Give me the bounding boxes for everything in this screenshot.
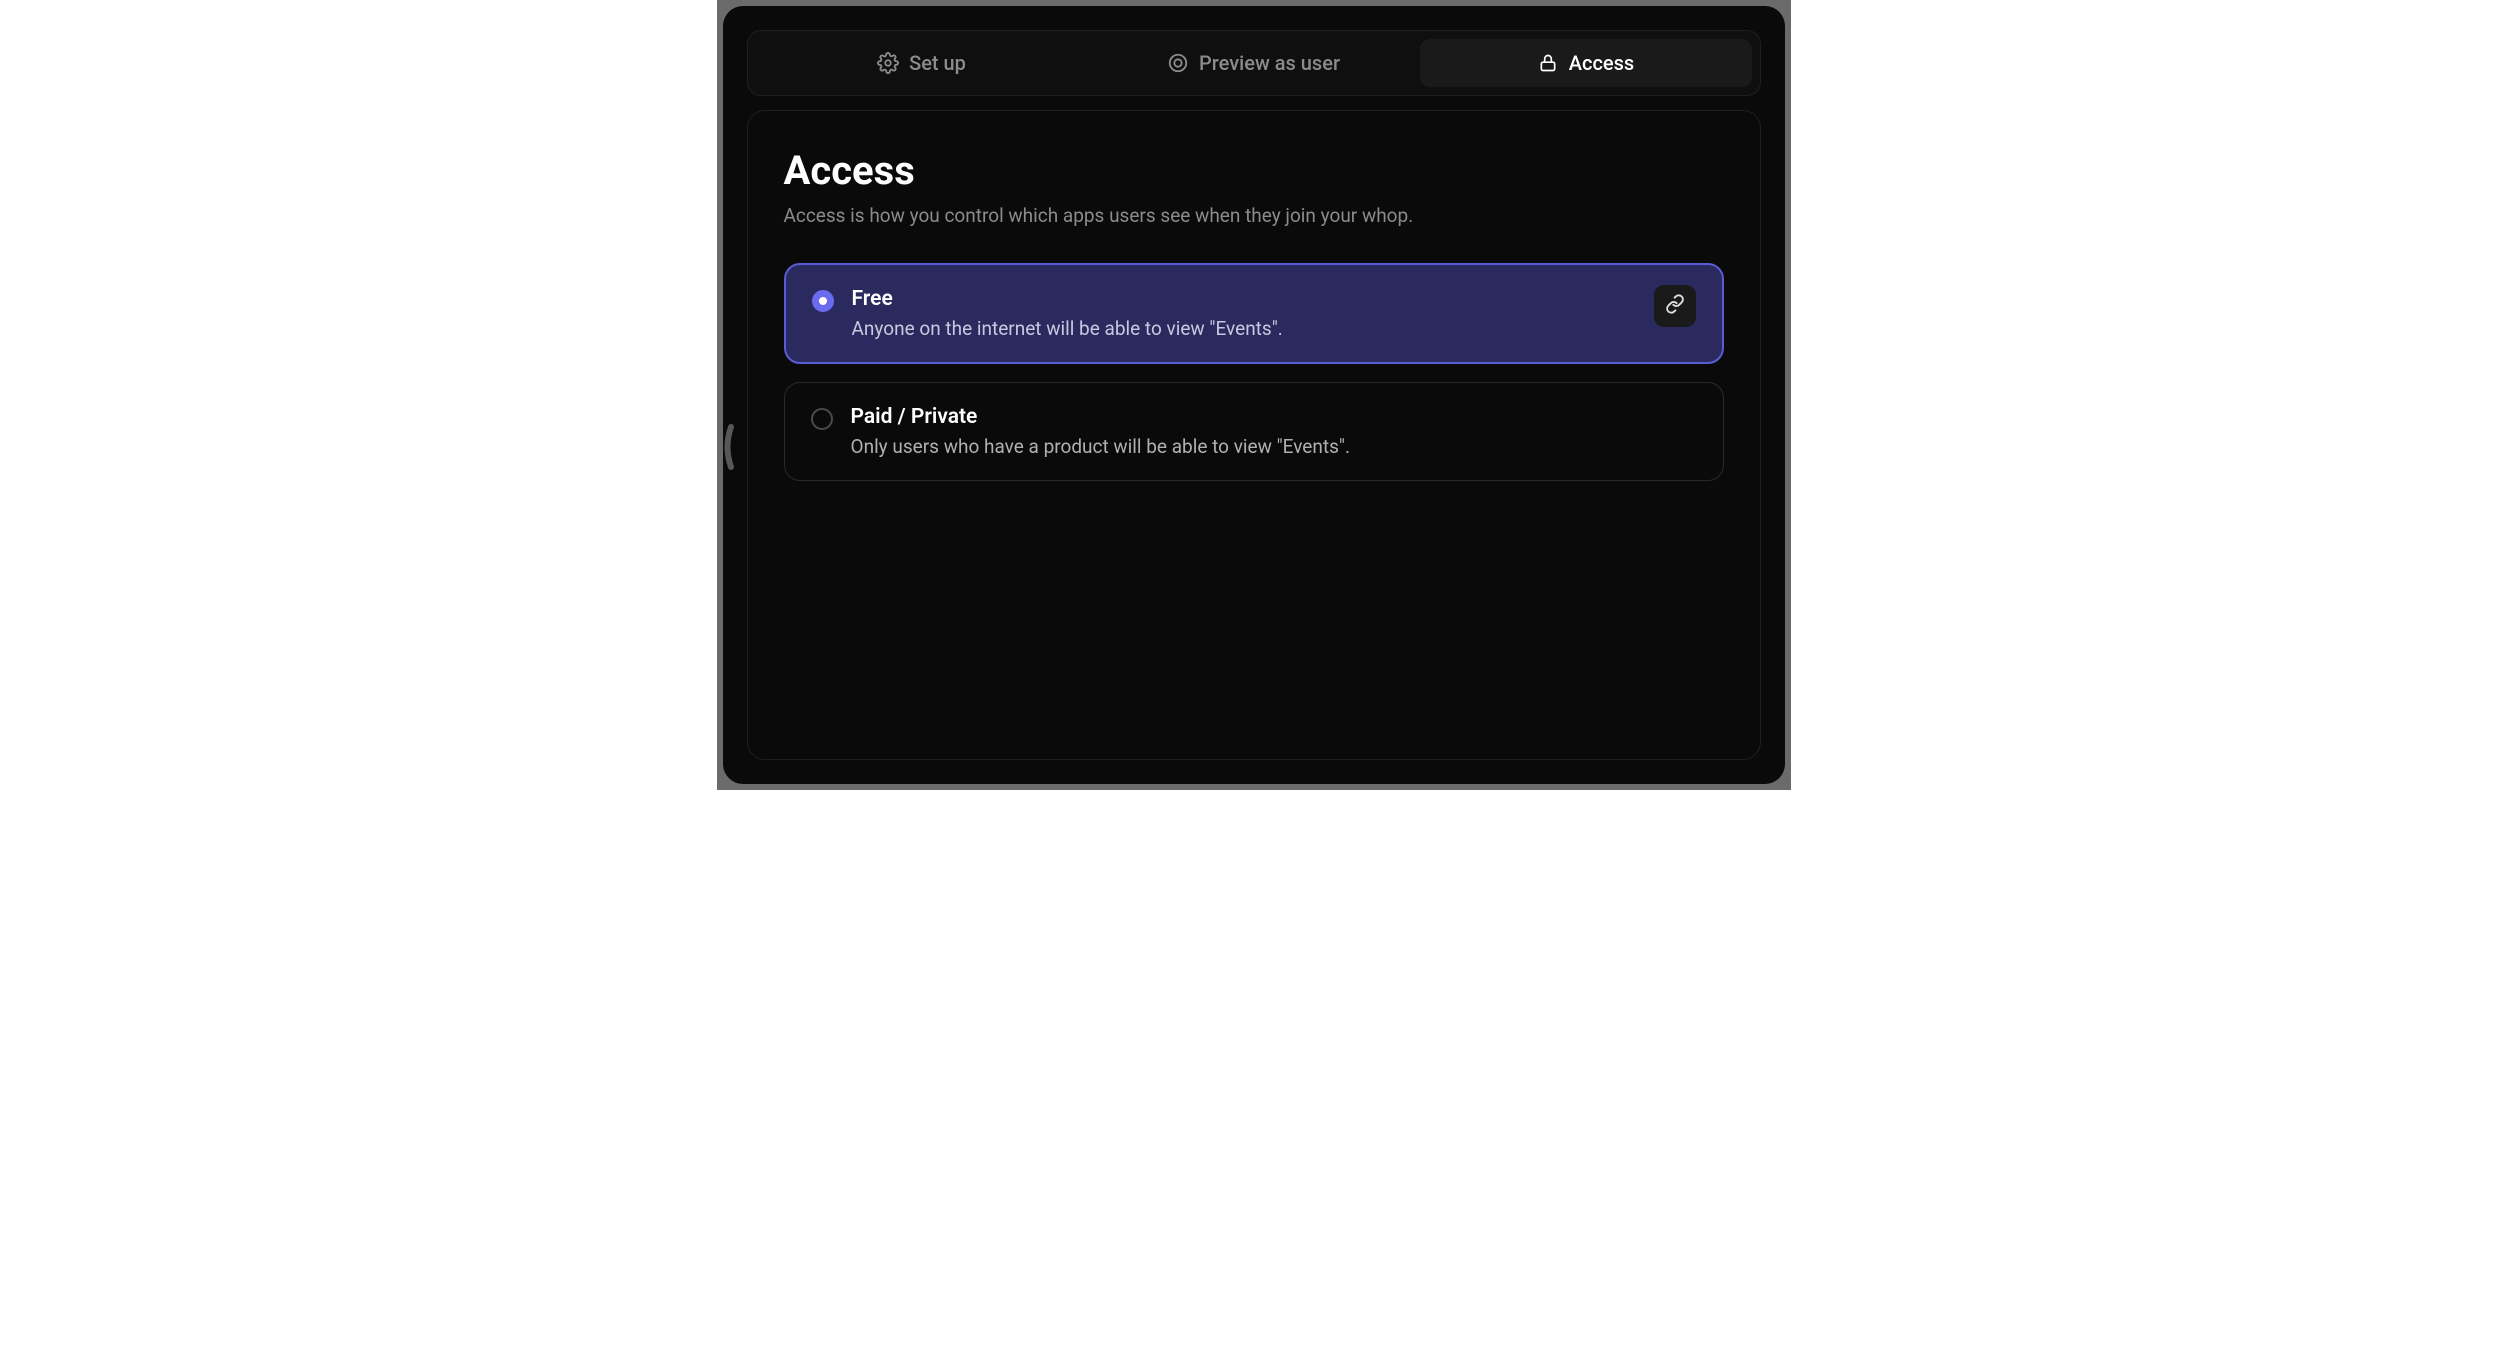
radio-selected-icon — [812, 290, 834, 312]
tab-preview-as-user[interactable]: Preview as user — [1088, 39, 1420, 87]
option-description: Anyone on the internet will be able to v… — [852, 317, 1636, 340]
option-description: Only users who have a product will be ab… — [851, 435, 1697, 458]
link-icon — [1665, 294, 1685, 318]
access-option-free[interactable]: Free Anyone on the internet will be able… — [784, 263, 1724, 364]
option-title: Free — [852, 287, 1636, 311]
radio-unselected-icon — [811, 408, 833, 430]
page-subtitle: Access is how you control which apps use… — [784, 204, 1724, 227]
option-text: Paid / Private Only users who have a pro… — [851, 405, 1697, 458]
option-title: Paid / Private — [851, 405, 1697, 429]
tab-bar: Set up Preview as user A — [747, 30, 1761, 96]
tab-set-up[interactable]: Set up — [756, 39, 1088, 87]
option-text: Free Anyone on the internet will be able… — [852, 287, 1636, 340]
tab-label: Access — [1569, 51, 1634, 75]
page-title: Access — [784, 147, 1724, 194]
tab-access[interactable]: Access — [1420, 39, 1752, 87]
content-area: Access Access is how you control which a… — [747, 110, 1761, 760]
tab-label: Preview as user — [1199, 51, 1340, 75]
access-option-paid-private[interactable]: Paid / Private Only users who have a pro… — [784, 382, 1724, 481]
gear-icon — [877, 52, 899, 74]
lock-icon — [1537, 52, 1559, 74]
copy-link-button[interactable] — [1654, 285, 1696, 327]
tab-label: Set up — [909, 51, 966, 75]
settings-panel: Set up Preview as user A — [723, 6, 1785, 784]
eye-icon — [1167, 52, 1189, 74]
drag-handle-icon[interactable] — [721, 421, 735, 473]
